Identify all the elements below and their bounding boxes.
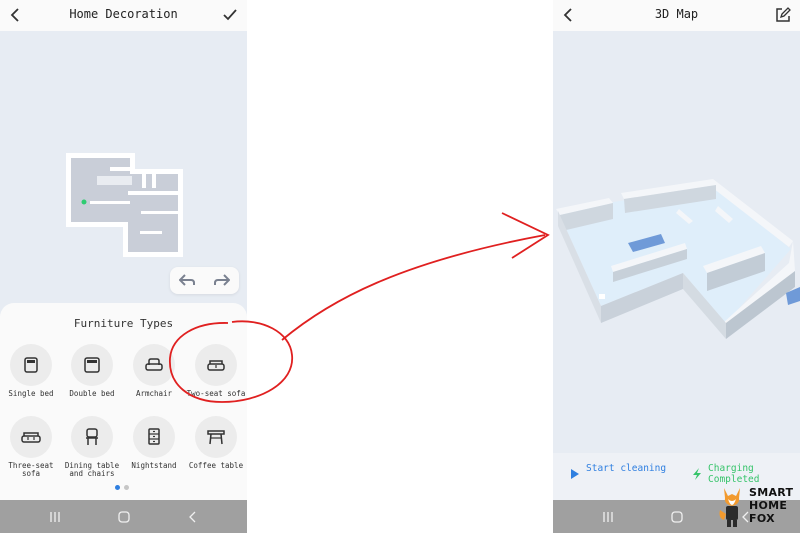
- arrow-head: [501, 212, 550, 259]
- furniture-item-dining-table[interactable]: Dining table and chairs: [59, 416, 125, 478]
- undo-icon[interactable]: [179, 273, 195, 287]
- furniture-item-armchair[interactable]: Armchair: [121, 344, 187, 398]
- three-seat-sofa-icon: [21, 432, 41, 443]
- floor-plan-drawing: [66, 153, 183, 257]
- furniture-item-three-seat-sofa[interactable]: Three-seat sofa: [0, 416, 64, 478]
- right-top-bar: 3D Map: [553, 0, 800, 31]
- furniture-label: Coffee table: [188, 461, 244, 470]
- furniture-item-single-bed[interactable]: Single bed: [0, 344, 64, 398]
- furniture-label: Double bed: [69, 389, 115, 398]
- page-indicator[interactable]: [115, 475, 133, 494]
- charging-label: Charging Completed: [708, 463, 760, 485]
- page-title: Home Decoration: [69, 7, 178, 21]
- floor-plan-map[interactable]: [0, 31, 247, 301]
- furniture-label: Two-seat sofa: [186, 389, 246, 398]
- arrow-line: [281, 234, 546, 341]
- brand-line-3: FOX: [749, 512, 775, 525]
- furniture-label: Three-seat sofa: [8, 461, 54, 478]
- undo-redo-controls: [170, 267, 239, 294]
- right-phone-screen: 3D Map Start cleaning Charging Completed: [553, 0, 800, 533]
- double-bed-icon: [84, 357, 100, 373]
- redo-icon[interactable]: [214, 273, 230, 287]
- furniture-label: Armchair: [135, 389, 173, 398]
- play-icon: [571, 469, 579, 479]
- recent-apps-icon[interactable]: [47, 509, 63, 525]
- furniture-label: Nightstand: [131, 461, 177, 470]
- left-top-bar: Home Decoration: [0, 0, 247, 31]
- page-title: 3D Map: [654, 7, 699, 21]
- start-cleaning-label: Start cleaning: [586, 463, 667, 474]
- furniture-label: Single bed: [8, 389, 54, 398]
- furniture-item-coffee-table[interactable]: Coffee table: [183, 416, 247, 470]
- brand-name: SMART HOME FOX: [749, 486, 793, 525]
- 3d-floor-model: [556, 179, 800, 339]
- home-icon[interactable]: [116, 509, 132, 525]
- coffee-table-icon: [207, 430, 225, 445]
- edit-icon[interactable]: [775, 7, 791, 23]
- page-dot[interactable]: [124, 485, 129, 490]
- brand-line-1: SMART: [749, 486, 794, 499]
- two-seat-sofa-icon: [207, 360, 225, 371]
- recent-apps-icon[interactable]: [600, 509, 616, 525]
- furniture-item-two-seat-sofa[interactable]: Two-seat sofa: [183, 344, 247, 398]
- home-icon[interactable]: [669, 509, 685, 525]
- furniture-types-panel: Furniture Types Single bed Double bed Ar…: [0, 303, 247, 500]
- back-nav-icon[interactable]: [185, 509, 201, 525]
- dining-table-icon: [86, 428, 98, 445]
- panel-title: Furniture Types: [73, 317, 174, 330]
- brand-line-2: HOME: [749, 499, 788, 512]
- smart-home-fox-logo: SMART HOME FOX: [718, 484, 800, 530]
- page-dot-active[interactable]: [115, 485, 120, 490]
- nightstand-icon: [148, 428, 160, 445]
- left-phone-screen: Home Decoration Furniture Types Single b…: [0, 0, 247, 533]
- 3d-map-view[interactable]: [553, 31, 800, 453]
- armchair-icon: [145, 358, 163, 371]
- furniture-item-double-bed[interactable]: Double bed: [59, 344, 125, 398]
- android-nav-bar: [0, 500, 247, 533]
- lightning-icon: [693, 468, 701, 480]
- single-bed-icon: [24, 357, 38, 373]
- checkmark-icon[interactable]: [222, 7, 238, 23]
- furniture-item-nightstand[interactable]: Nightstand: [121, 416, 187, 470]
- fox-mascot-icon: [719, 488, 740, 527]
